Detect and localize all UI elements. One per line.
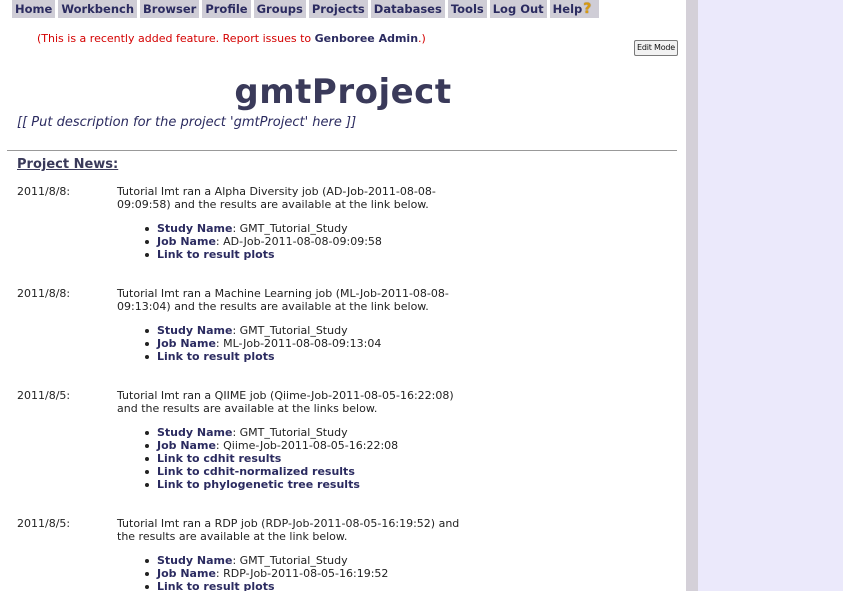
news-date: 2011/8/5: [17, 517, 71, 530]
phylogenetic-tree-results-link[interactable]: Link to phylogenetic tree results [157, 478, 360, 491]
job-name-value: : Qiime-Job-2011-08-05-16:22:08 [215, 439, 399, 452]
study-name-label: Study Name [157, 554, 233, 567]
main-content: Home Workbench Browser Profile Groups Pr… [0, 0, 686, 591]
study-name-row: Study Name: GMT_Tutorial_Study [143, 426, 398, 439]
nav-profile-label: Profile [205, 1, 248, 16]
job-name-row: Job Name: RDP-Job-2011-08-05-16:19:52 [143, 567, 388, 580]
top-nav: Home Workbench Browser Profile Groups Pr… [12, 0, 600, 18]
nav-browser[interactable]: Browser [140, 0, 200, 18]
news-date: 2011/8/5: [17, 389, 71, 402]
job-name-value: : RDP-Job-2011-08-05-16:19:52 [215, 567, 389, 580]
cdhit-results-link[interactable]: Link to cdhit results [157, 452, 281, 465]
result-plots-link[interactable]: Link to result plots [157, 580, 275, 591]
study-name-value: : GMT_Tutorial_Study [232, 324, 348, 337]
section-divider [7, 150, 677, 151]
nav-profile[interactable]: Profile [202, 0, 251, 18]
study-name-row: Study Name: GMT_Tutorial_Study [143, 324, 381, 337]
genboree-admin-link[interactable]: Genboree Admin [315, 32, 418, 45]
nav-databases[interactable]: Databases [370, 0, 445, 18]
study-name-label: Study Name [157, 324, 233, 337]
study-name-row: Study Name: GMT_Tutorial_Study [143, 222, 382, 235]
nav-workbench-label: Workbench [61, 1, 135, 16]
nav-databases-label: Databases [373, 1, 442, 16]
nav-groups-label: Groups [256, 1, 303, 16]
result-link-row: Link to phylogenetic tree results [143, 478, 398, 491]
nav-browser-label: Browser [143, 1, 197, 16]
nav-tools-label: Tools [450, 1, 484, 16]
nav-help-label: Help [552, 1, 583, 16]
news-date: 2011/8/8: [17, 185, 71, 198]
result-link-row: Link to result plots [143, 580, 388, 591]
feature-notice: (This is a recently added feature. Repor… [37, 32, 426, 45]
nav-home-label: Home [15, 1, 53, 16]
result-link-row: Link to result plots [143, 248, 382, 261]
result-link-row: Link to result plots [143, 350, 381, 363]
page-title: gmtProject [234, 72, 452, 112]
study-name-value: : GMT_Tutorial_Study [232, 554, 348, 567]
news-details: Study Name: GMT_Tutorial_Study Job Name:… [143, 426, 398, 491]
vertical-scrollbar[interactable] [686, 0, 698, 591]
study-name-row: Study Name: GMT_Tutorial_Study [143, 554, 388, 567]
nav-projects[interactable]: Projects [308, 0, 368, 18]
study-name-label: Study Name [157, 222, 233, 235]
job-name-value: : ML-Job-2011-08-08-09:13:04 [215, 337, 382, 350]
project-description: [[ Put description for the project 'gmtP… [17, 115, 357, 130]
right-side-panel [698, 0, 843, 591]
result-plots-link[interactable]: Link to result plots [157, 248, 275, 261]
question-mark-icon: ? [583, 0, 592, 17]
job-name-row: Job Name: Qiime-Job-2011-08-05-16:22:08 [143, 439, 398, 452]
nav-groups[interactable]: Groups [253, 0, 306, 18]
study-name-label: Study Name [157, 426, 233, 439]
result-plots-link[interactable]: Link to result plots [157, 350, 275, 363]
study-name-value: : GMT_Tutorial_Study [232, 426, 348, 439]
job-name-row: Job Name: AD-Job-2011-08-08-09:09:58 [143, 235, 382, 248]
cdhit-normalized-results-link[interactable]: Link to cdhit-normalized results [157, 465, 355, 478]
job-name-value: : AD-Job-2011-08-08-09:09:58 [215, 235, 382, 248]
notice-suffix: .) [418, 32, 426, 45]
result-link-row: Link to cdhit-normalized results [143, 465, 398, 478]
nav-tools[interactable]: Tools [447, 0, 487, 18]
nav-logout-label: Log Out [492, 1, 544, 16]
nav-workbench[interactable]: Workbench [58, 0, 138, 18]
study-name-value: : GMT_Tutorial_Study [232, 222, 348, 235]
job-name-label: Job Name [157, 439, 216, 452]
news-text: Tutorial Imt ran a QIIME job (Qiime-Job-… [117, 389, 454, 415]
notice-prefix: (This is a recently added feature. Repor… [37, 32, 315, 45]
nav-logout[interactable]: Log Out [489, 0, 547, 18]
edit-mode-button[interactable]: Edit Mode [634, 40, 678, 56]
nav-home[interactable]: Home [12, 0, 56, 18]
news-text: Tutorial Imt ran a Machine Learning job … [117, 287, 449, 313]
news-details: Study Name: GMT_Tutorial_Study Job Name:… [143, 222, 382, 261]
job-name-label: Job Name [157, 337, 216, 350]
news-text: Tutorial Imt ran a RDP job (RDP-Job-2011… [117, 517, 460, 543]
nav-help[interactable]: Help ? [549, 0, 600, 18]
news-details: Study Name: GMT_Tutorial_Study Job Name:… [143, 554, 388, 591]
news-text: Tutorial Imt ran a Alpha Diversity job (… [117, 185, 436, 211]
result-link-row: Link to cdhit results [143, 452, 398, 465]
news-date: 2011/8/8: [17, 287, 71, 300]
job-name-row: Job Name: ML-Job-2011-08-08-09:13:04 [143, 337, 381, 350]
job-name-label: Job Name [157, 235, 216, 248]
news-details: Study Name: GMT_Tutorial_Study Job Name:… [143, 324, 381, 363]
job-name-label: Job Name [157, 567, 216, 580]
project-news-heading: Project News: [17, 157, 119, 172]
nav-projects-label: Projects [311, 1, 365, 16]
